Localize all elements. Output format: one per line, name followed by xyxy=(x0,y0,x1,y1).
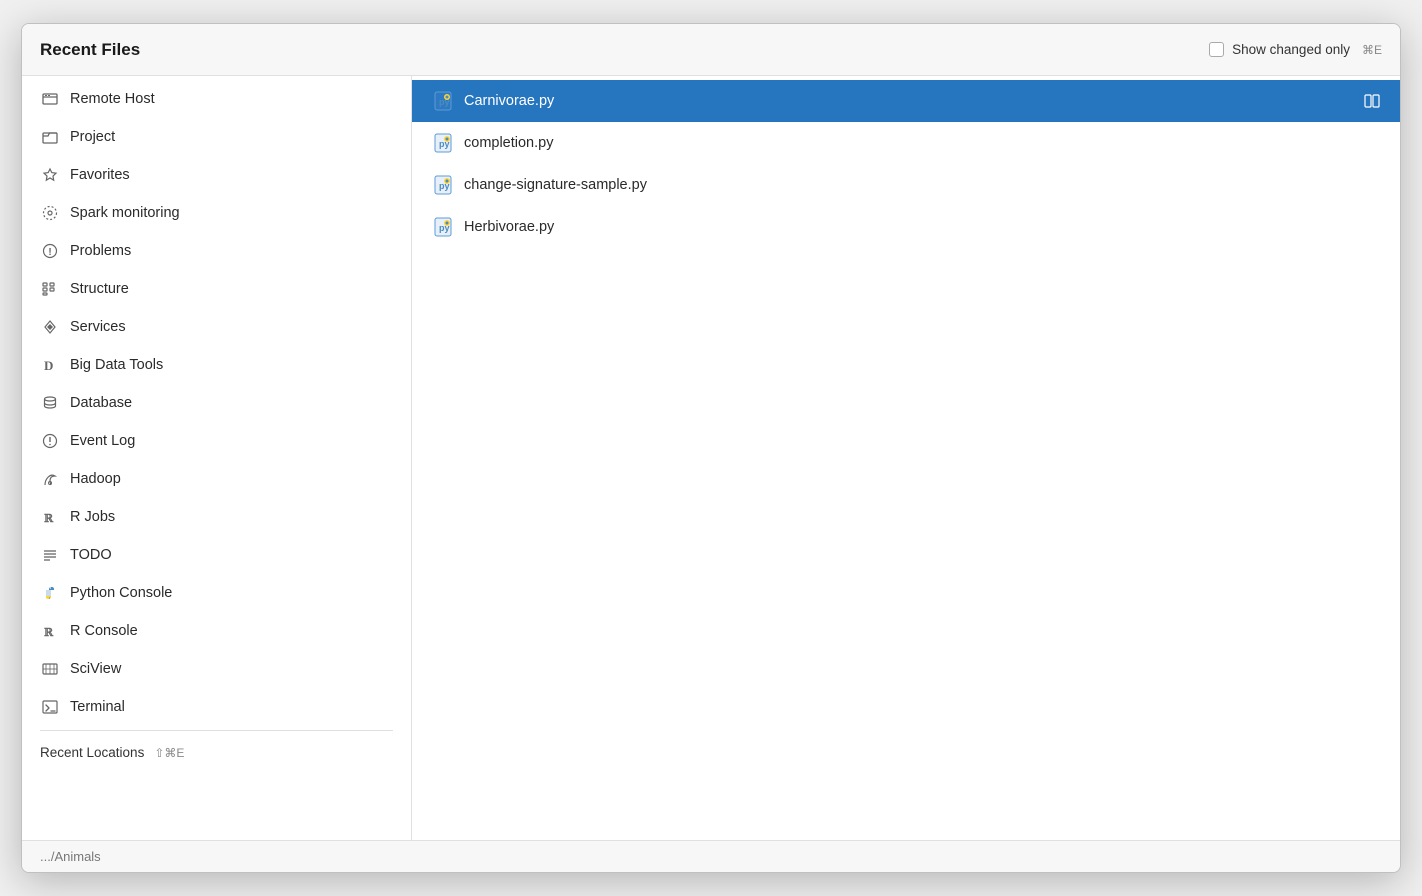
sidebar-item-python-console[interactable]: Python Console xyxy=(22,574,411,612)
sidebar-item-database[interactable]: Database xyxy=(22,384,411,422)
sidebar-item-spark-monitoring[interactable]: Spark monitoring xyxy=(22,194,411,232)
sidebar: Remote Host Project F xyxy=(22,76,412,840)
dialog-title: Recent Files xyxy=(40,40,140,60)
recent-files-dialog: Recent Files Show changed only ⌘E Re xyxy=(21,23,1401,873)
svg-text:!: ! xyxy=(48,247,51,258)
sidebar-item-label: Big Data Tools xyxy=(70,357,163,373)
footer: .../Animals xyxy=(22,840,1400,872)
python-console-icon xyxy=(40,583,60,603)
sidebar-item-label: Problems xyxy=(70,243,131,259)
sidebar-item-structure[interactable]: Structure xyxy=(22,270,411,308)
file-item-completion[interactable]: py completion.py xyxy=(412,122,1400,164)
todo-icon xyxy=(40,545,60,565)
dialog-header: Recent Files Show changed only ⌘E xyxy=(22,24,1400,76)
database-icon xyxy=(40,393,60,413)
rconsole-icon: ℝ xyxy=(40,621,60,641)
recent-locations[interactable]: Recent Locations ⇧⌘E xyxy=(22,735,411,770)
structure-icon xyxy=(40,279,60,299)
file-item-herbivorae[interactable]: py Herbivorae.py xyxy=(412,206,1400,248)
sidebar-item-remote-host[interactable]: Remote Host xyxy=(22,80,411,118)
svg-text:D: D xyxy=(44,358,53,373)
sidebar-item-label: SciView xyxy=(70,661,121,677)
problems-icon: ! xyxy=(40,241,60,261)
header-controls: Show changed only ⌘E xyxy=(1209,42,1382,57)
hadoop-icon xyxy=(40,469,60,489)
file-name: Herbivorae.py xyxy=(464,219,554,235)
project-icon xyxy=(40,127,60,147)
split-view-icon[interactable] xyxy=(1364,93,1380,109)
show-changed-shortcut: ⌘E xyxy=(1362,43,1382,57)
sidebar-item-r-console[interactable]: ℝ R Console xyxy=(22,612,411,650)
file-name: change-signature-sample.py xyxy=(464,177,647,193)
show-changed-label: Show changed only xyxy=(1232,42,1350,57)
recent-locations-label: Recent Locations xyxy=(40,745,144,760)
file-item-carnivorae[interactable]: py Carnivorae.py xyxy=(412,80,1400,122)
file-item-change-signature[interactable]: py change-signature-sample.py xyxy=(412,164,1400,206)
file-list: py Carnivorae.py xyxy=(412,76,1400,840)
file-name: Carnivorae.py xyxy=(464,93,554,109)
bigdata-icon: D xyxy=(40,355,60,375)
sidebar-item-label: Database xyxy=(70,395,132,411)
sidebar-item-hadoop[interactable]: Hadoop xyxy=(22,460,411,498)
python-file-icon: py xyxy=(432,216,454,238)
sidebar-item-event-log[interactable]: Event Log xyxy=(22,422,411,460)
favorites-icon xyxy=(40,165,60,185)
services-icon xyxy=(40,317,60,337)
svg-text:ℝ: ℝ xyxy=(44,513,54,525)
eventlog-icon xyxy=(40,431,60,451)
dialog-content: Remote Host Project F xyxy=(22,76,1400,840)
show-changed-checkbox[interactable] xyxy=(1209,42,1224,57)
sidebar-item-label: Services xyxy=(70,319,126,335)
footer-path: .../Animals xyxy=(40,849,101,864)
sidebar-item-problems[interactable]: ! Problems xyxy=(22,232,411,270)
python-file-icon: py xyxy=(432,132,454,154)
sidebar-item-label: Event Log xyxy=(70,433,135,449)
sidebar-item-todo[interactable]: TODO xyxy=(22,536,411,574)
sidebar-item-label: Terminal xyxy=(70,699,125,715)
sidebar-item-services[interactable]: Services xyxy=(22,308,411,346)
python-file-icon: py xyxy=(432,174,454,196)
sidebar-item-label: Hadoop xyxy=(70,471,121,487)
sidebar-item-label: Remote Host xyxy=(70,91,155,107)
sidebar-item-label: Spark monitoring xyxy=(70,205,180,221)
sidebar-item-terminal[interactable]: Terminal xyxy=(22,688,411,726)
sidebar-item-big-data-tools[interactable]: D Big Data Tools xyxy=(22,346,411,384)
sidebar-item-label: Favorites xyxy=(70,167,130,183)
svg-text:ℝ: ℝ xyxy=(44,627,54,639)
sidebar-item-label: Project xyxy=(70,129,115,145)
sidebar-item-label: R Jobs xyxy=(70,509,115,525)
sidebar-item-label: Structure xyxy=(70,281,129,297)
terminal-icon xyxy=(40,697,60,717)
python-file-icon: py xyxy=(432,90,454,112)
file-name: completion.py xyxy=(464,135,553,151)
sidebar-item-label: TODO xyxy=(70,547,112,563)
remote-host-icon xyxy=(40,89,60,109)
sidebar-divider xyxy=(40,730,393,731)
recent-locations-shortcut: ⇧⌘E xyxy=(154,746,184,760)
sidebar-item-label: R Console xyxy=(70,623,138,639)
sidebar-item-favorites[interactable]: Favorites xyxy=(22,156,411,194)
sidebar-item-project[interactable]: Project xyxy=(22,118,411,156)
sidebar-item-r-jobs[interactable]: ℝ R Jobs xyxy=(22,498,411,536)
spark-icon xyxy=(40,203,60,223)
sciview-icon xyxy=(40,659,60,679)
sidebar-item-label: Python Console xyxy=(70,585,172,601)
rjobs-icon: ℝ xyxy=(40,507,60,527)
sidebar-item-sciview[interactable]: SciView xyxy=(22,650,411,688)
